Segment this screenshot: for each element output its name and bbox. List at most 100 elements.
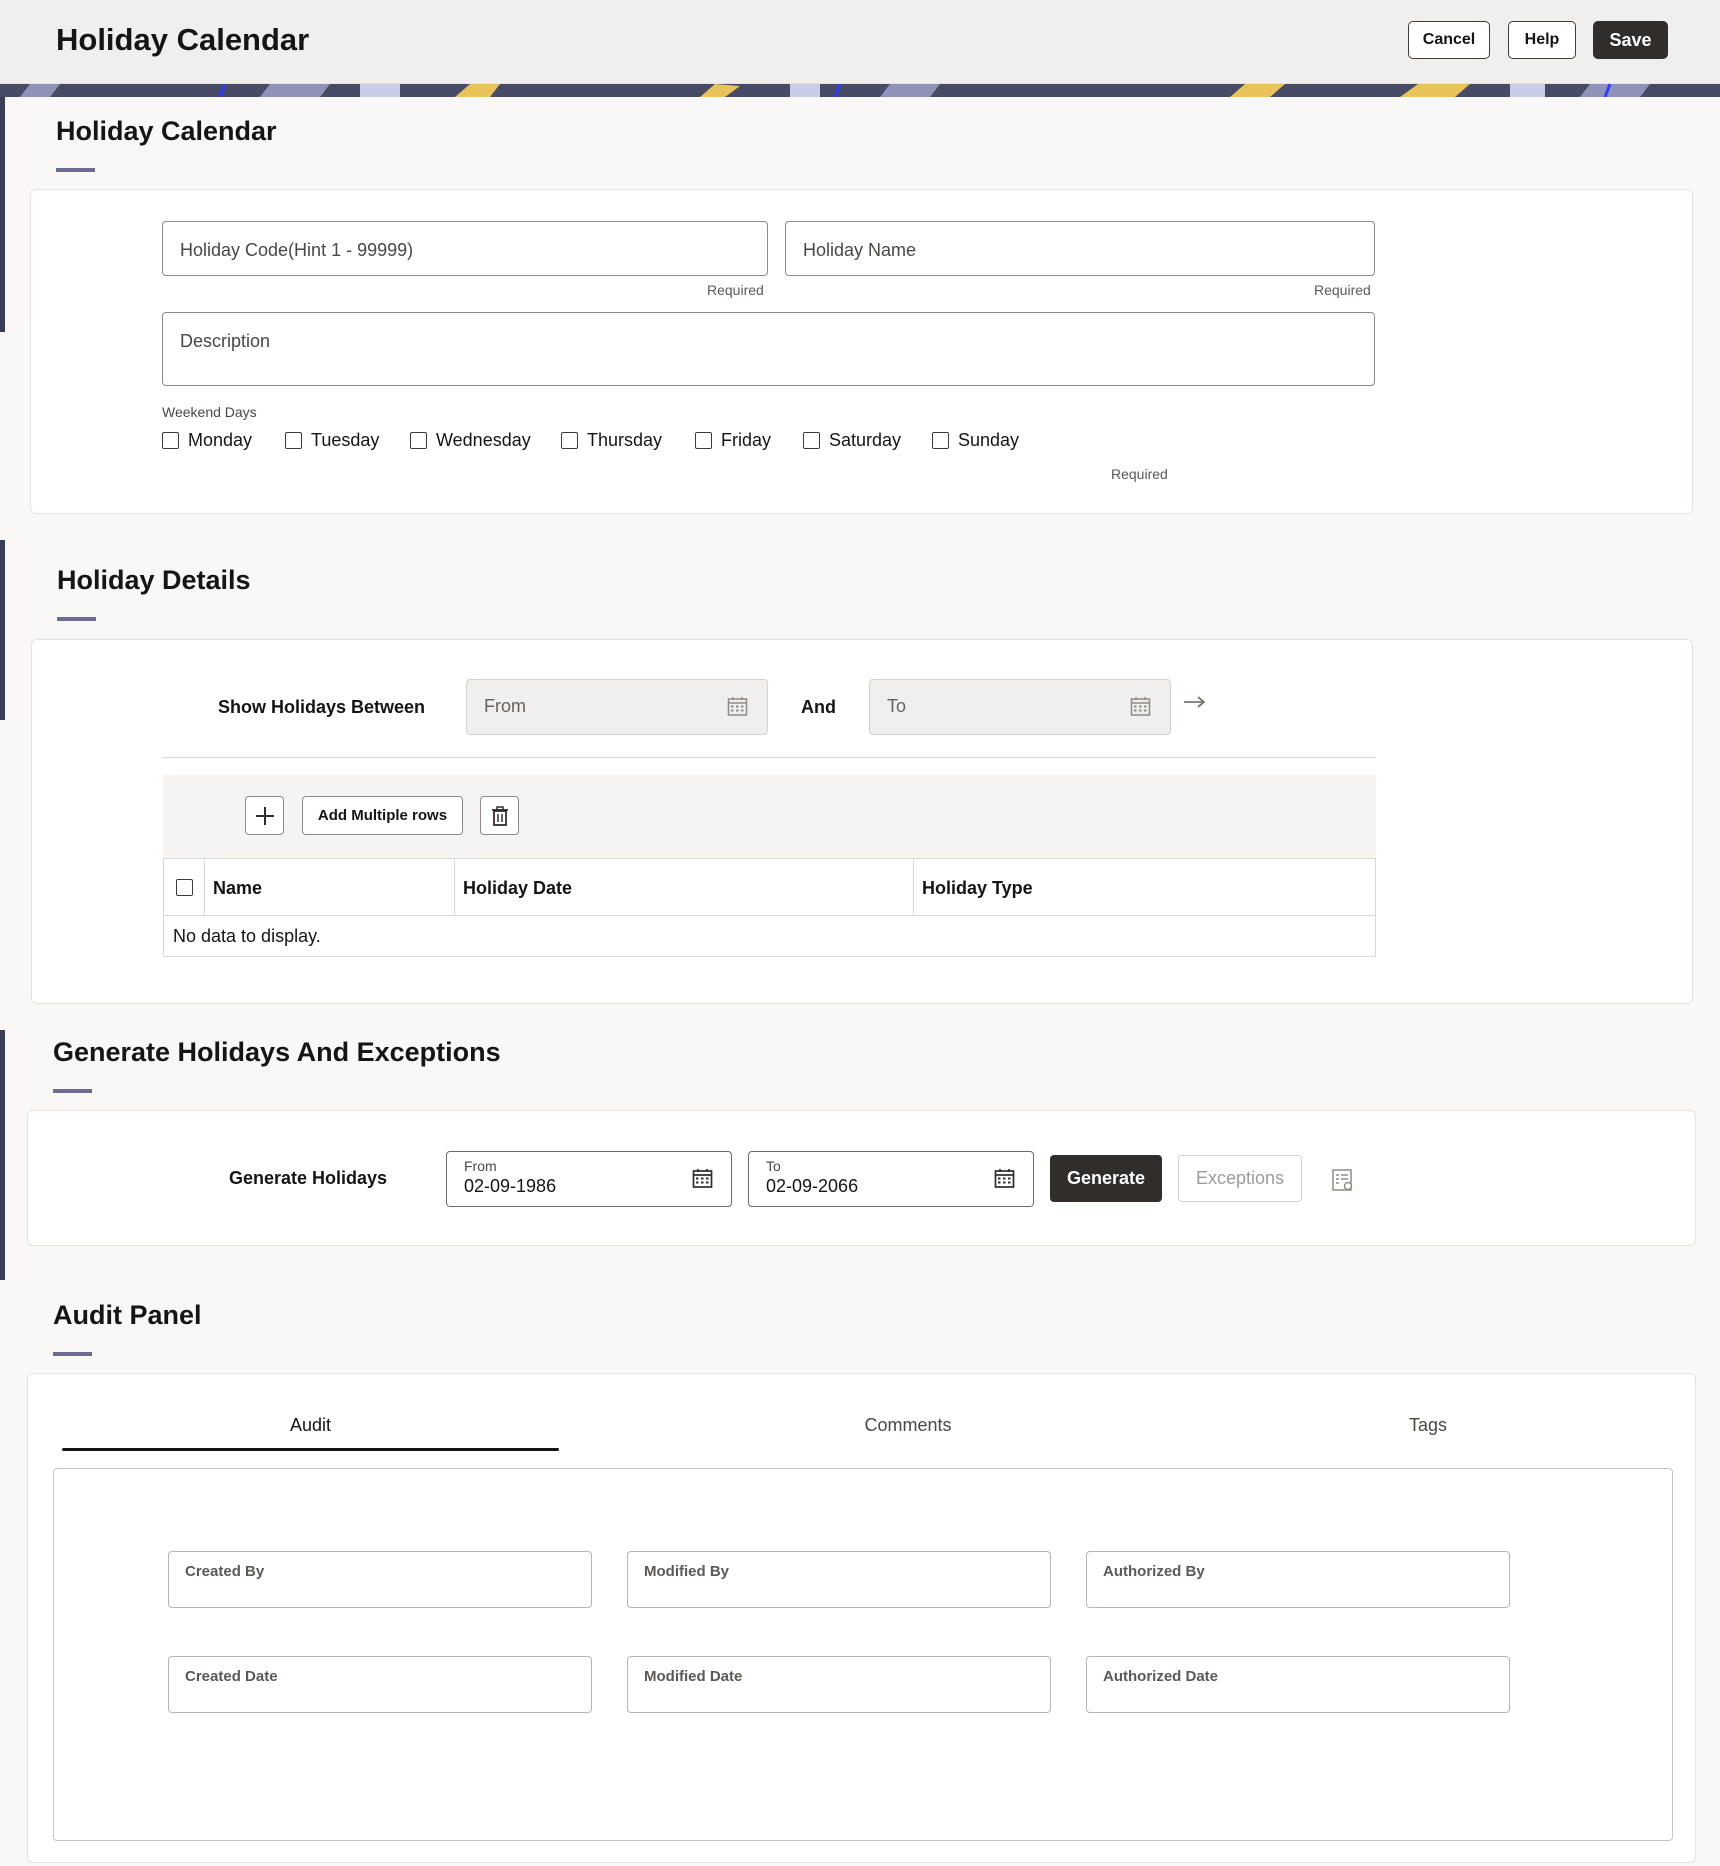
checkbox[interactable] bbox=[932, 432, 949, 449]
authorized-by-field[interactable]: Authorized By bbox=[1086, 1551, 1510, 1608]
from-placeholder: From bbox=[484, 696, 526, 716]
tab-tags[interactable]: Tags bbox=[1208, 1415, 1648, 1436]
modified-date-label: Modified Date bbox=[644, 1668, 743, 1685]
divider bbox=[162, 757, 1376, 758]
holiday-table: Name Holiday Date Holiday Type No data t… bbox=[163, 858, 1376, 957]
checkbox[interactable] bbox=[695, 432, 712, 449]
from-label: From bbox=[464, 1158, 497, 1174]
authorized-date-field[interactable]: Authorized Date bbox=[1086, 1656, 1510, 1713]
left-accent bbox=[0, 540, 5, 720]
table-toolbar: Add Multiple rows bbox=[163, 775, 1376, 858]
page-header: Holiday Calendar Cancel Help Save bbox=[0, 0, 1720, 84]
column-header-holiday-date[interactable]: Holiday Date bbox=[455, 859, 914, 916]
add-row-button[interactable] bbox=[245, 796, 284, 835]
exceptions-button[interactable]: Exceptions bbox=[1178, 1155, 1302, 1202]
checkbox-label: Tuesday bbox=[311, 430, 380, 450]
empty-table-message: No data to display. bbox=[173, 926, 321, 946]
description-input[interactable]: Description bbox=[162, 312, 1375, 386]
checkbox-label: Thursday bbox=[587, 430, 663, 450]
holiday-name-placeholder: Holiday Name bbox=[803, 240, 917, 260]
checkbox-label: Friday bbox=[721, 430, 772, 450]
checkbox[interactable] bbox=[561, 432, 578, 449]
modified-by-field[interactable]: Modified By bbox=[627, 1551, 1051, 1608]
section-title-audit: Audit Panel bbox=[53, 1300, 202, 1330]
left-accent bbox=[0, 97, 5, 332]
holiday-code-input[interactable]: Holiday Code(Hint 1 - 99999) bbox=[162, 221, 768, 276]
authorized-by-label: Authorized By bbox=[1103, 1563, 1205, 1580]
required-label: Required bbox=[707, 282, 764, 298]
cancel-button[interactable]: Cancel bbox=[1408, 21, 1490, 59]
generate-button[interactable]: Generate bbox=[1050, 1155, 1162, 1202]
required-label: Required bbox=[1111, 466, 1168, 482]
checkbox-label: Saturday bbox=[829, 430, 902, 450]
to-label: To bbox=[766, 1158, 781, 1174]
generate-to-date[interactable]: To 02-09-2066 bbox=[748, 1151, 1034, 1207]
tab-audit[interactable]: Audit bbox=[62, 1415, 559, 1436]
delete-row-button[interactable] bbox=[480, 796, 519, 835]
section-underline bbox=[57, 617, 96, 621]
weekend-day-monday[interactable]: Monday bbox=[162, 430, 252, 451]
weekend-day-tuesday[interactable]: Tuesday bbox=[285, 430, 379, 451]
calendar-icon[interactable] bbox=[994, 1168, 1015, 1189]
checkbox-label: Sunday bbox=[958, 430, 1020, 450]
and-label: And bbox=[801, 697, 836, 717]
modified-by-label: Modified By bbox=[644, 1563, 729, 1580]
created-date-label: Created Date bbox=[185, 1668, 278, 1685]
checkbox[interactable] bbox=[803, 432, 820, 449]
checkbox-label: Monday bbox=[188, 430, 253, 450]
to-value: 02-09-2066 bbox=[766, 1176, 859, 1196]
section-underline bbox=[53, 1352, 92, 1356]
page-title: Holiday Calendar bbox=[56, 22, 310, 57]
holiday-name-input[interactable]: Holiday Name bbox=[785, 221, 1375, 276]
show-holidays-between-label: Show Holidays Between bbox=[218, 697, 426, 717]
weekend-day-friday[interactable]: Friday bbox=[695, 430, 771, 451]
checkbox-label: Wednesday bbox=[436, 430, 531, 450]
column-header-holiday-type[interactable]: Holiday Type bbox=[914, 859, 1375, 916]
tab-comments[interactable]: Comments bbox=[658, 1415, 1158, 1436]
save-button[interactable]: Save bbox=[1593, 21, 1668, 59]
checkbox[interactable] bbox=[285, 432, 302, 449]
section-underline bbox=[53, 1089, 92, 1093]
checkbox[interactable] bbox=[162, 432, 179, 449]
column-header-name[interactable]: Name bbox=[205, 859, 455, 916]
audit-panel: Audit Comments Tags Created By Modified … bbox=[27, 1373, 1696, 1863]
generate-holidays-label: Generate Holidays bbox=[229, 1168, 388, 1188]
weekend-day-sunday[interactable]: Sunday bbox=[932, 430, 1019, 451]
checkbox[interactable] bbox=[410, 432, 427, 449]
arrow-right-icon[interactable] bbox=[1183, 695, 1207, 709]
holiday-calendar-panel: Holiday Code(Hint 1 - 99999) Required Ho… bbox=[30, 189, 1693, 514]
created-by-field[interactable]: Created By bbox=[168, 1551, 592, 1608]
calendar-icon[interactable] bbox=[692, 1168, 713, 1189]
report-icon[interactable] bbox=[1331, 1168, 1355, 1192]
audit-content: Created By Modified By Authorized By Cre… bbox=[53, 1468, 1673, 1841]
table-header-row: Name Holiday Date Holiday Type bbox=[164, 859, 1375, 916]
add-multiple-rows-button[interactable]: Add Multiple rows bbox=[302, 796, 463, 835]
to-placeholder: To bbox=[887, 696, 907, 716]
weekend-day-wednesday[interactable]: Wednesday bbox=[410, 430, 531, 451]
created-date-field[interactable]: Created Date bbox=[168, 1656, 592, 1713]
calendar-icon[interactable] bbox=[1130, 696, 1151, 717]
decorative-banner bbox=[0, 84, 1720, 97]
holiday-details-panel: Show Holidays Between From And To Add Mu… bbox=[31, 639, 1693, 1004]
filter-from-date[interactable]: From bbox=[466, 679, 768, 735]
weekend-day-saturday[interactable]: Saturday bbox=[803, 430, 901, 451]
generate-from-date[interactable]: From 02-09-1986 bbox=[446, 1151, 732, 1207]
holiday-code-placeholder: Holiday Code(Hint 1 - 99999) bbox=[180, 240, 414, 260]
trash-icon bbox=[491, 805, 508, 826]
weekend-day-thursday[interactable]: Thursday bbox=[561, 430, 662, 451]
modified-date-field[interactable]: Modified Date bbox=[627, 1656, 1051, 1713]
calendar-icon[interactable] bbox=[727, 696, 748, 717]
weekend-days-label: Weekend Days bbox=[162, 404, 257, 420]
help-button[interactable]: Help bbox=[1508, 21, 1576, 59]
section-title-generate: Generate Holidays And Exceptions bbox=[53, 1037, 501, 1067]
section-title-holiday-calendar: Holiday Calendar bbox=[56, 116, 277, 146]
filter-to-date[interactable]: To bbox=[869, 679, 1171, 735]
from-value: 02-09-1986 bbox=[464, 1176, 557, 1196]
authorized-date-label: Authorized Date bbox=[1103, 1668, 1219, 1685]
select-all-checkbox[interactable] bbox=[176, 879, 193, 896]
plus-icon bbox=[255, 806, 274, 825]
section-title-holiday-details: Holiday Details bbox=[57, 565, 251, 595]
generate-panel: Generate Holidays From 02-09-1986 To 02-… bbox=[27, 1110, 1696, 1246]
created-by-label: Created By bbox=[185, 1563, 265, 1580]
description-placeholder: Description bbox=[180, 331, 271, 351]
